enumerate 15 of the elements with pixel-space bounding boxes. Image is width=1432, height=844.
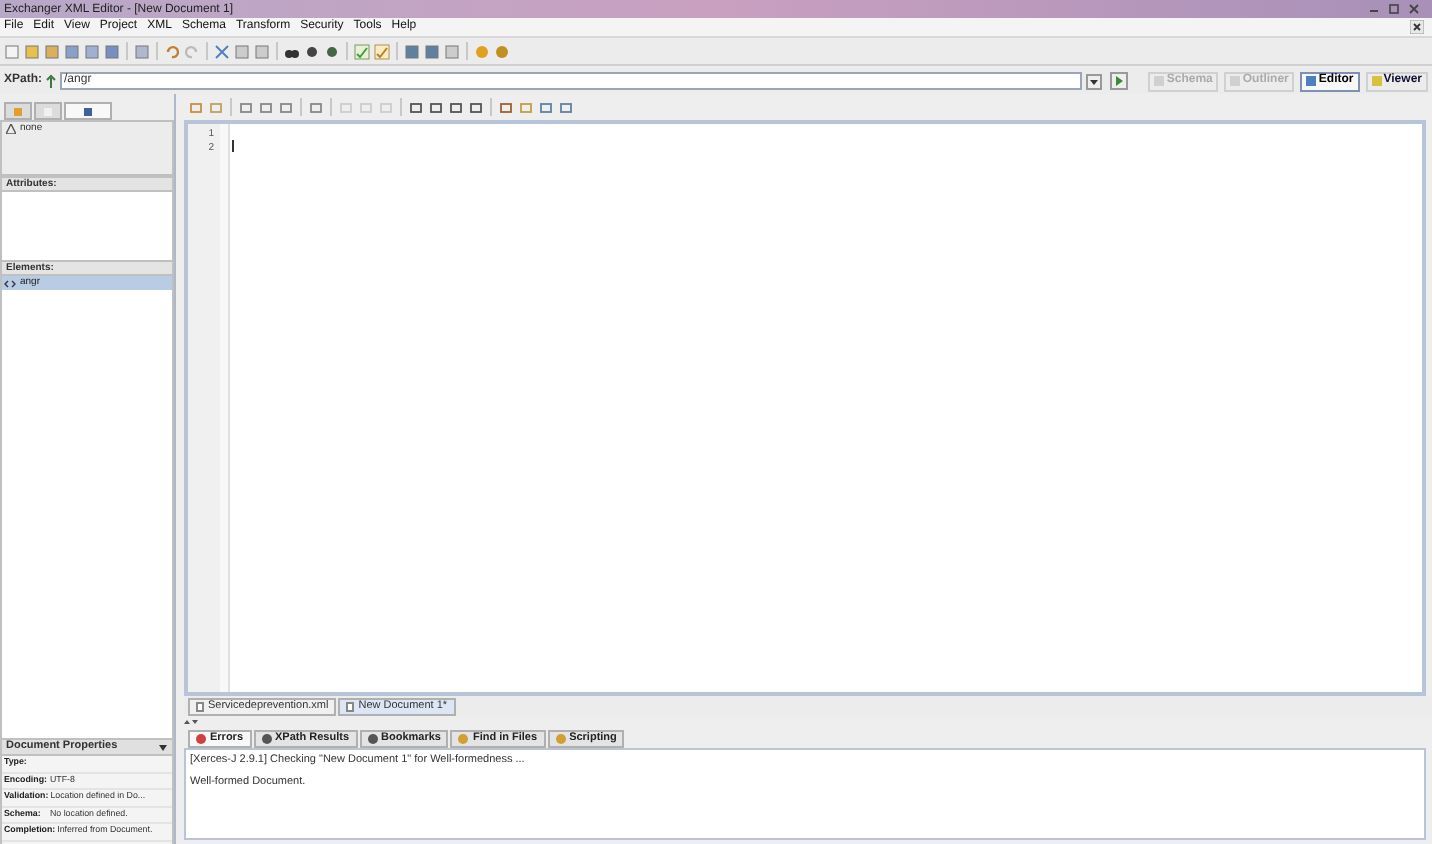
scissors-icon[interactable] bbox=[214, 43, 230, 59]
redo-icon[interactable] bbox=[184, 43, 200, 59]
dropdown-icon[interactable] bbox=[1086, 73, 1103, 89]
minimize-icon[interactable] bbox=[1368, 4, 1380, 14]
play-icon[interactable] bbox=[1110, 72, 1129, 90]
angle-brackets-icon bbox=[4, 279, 16, 287]
check-icon[interactable] bbox=[374, 43, 390, 59]
maximize-icon[interactable] bbox=[1388, 4, 1400, 14]
text-cursor bbox=[232, 140, 234, 152]
panel-tab[interactable] bbox=[64, 102, 112, 120]
splitter-arrows-icon[interactable] bbox=[184, 718, 200, 726]
caret-icon[interactable] bbox=[158, 743, 168, 751]
check-icon[interactable] bbox=[354, 43, 370, 59]
close-icon[interactable] bbox=[1410, 20, 1424, 34]
undo-icon[interactable] bbox=[164, 43, 180, 59]
